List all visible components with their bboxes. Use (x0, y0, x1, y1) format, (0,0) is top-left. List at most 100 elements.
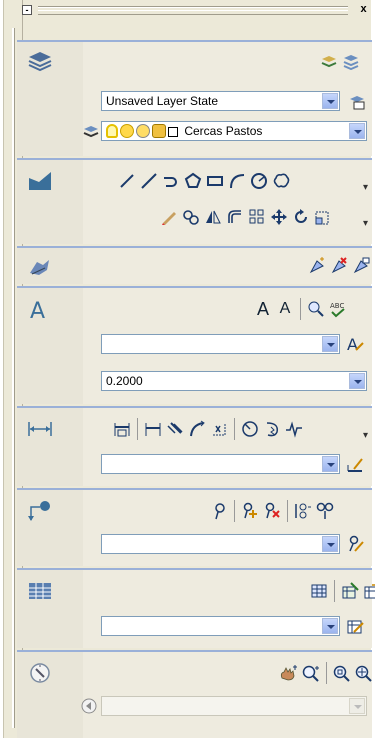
erase-icon[interactable] (159, 207, 179, 227)
block-tools-row (307, 256, 371, 276)
align-leaders-icon[interactable] (293, 501, 313, 521)
offset-icon[interactable] (225, 207, 245, 227)
data-extraction-icon[interactable] (340, 581, 360, 601)
create-block-icon[interactable] (329, 256, 349, 276)
chevron-down-icon[interactable] (322, 536, 338, 552)
make-object-layer-current-icon[interactable] (81, 122, 101, 142)
zoom-extents-icon[interactable] (354, 663, 374, 683)
line-icon[interactable] (117, 171, 137, 191)
jogged-dimension-icon[interactable] (262, 419, 282, 439)
toolbar-separator (326, 662, 327, 684)
svg-text:A: A (30, 299, 45, 320)
insert-block-icon[interactable] (307, 256, 327, 276)
draw-more-arrow-icon[interactable]: ▾ (363, 182, 368, 193)
spell-check-icon[interactable]: ABC (328, 299, 348, 319)
multileader-style-manager-icon[interactable] (345, 534, 365, 554)
draw-panel-icon[interactable] (27, 170, 53, 192)
palette-grip[interactable] (38, 6, 348, 15)
ordinate-dimension-icon[interactable] (209, 419, 229, 439)
array-icon[interactable] (247, 207, 267, 227)
data-link-icon[interactable] (362, 581, 375, 601)
rotate-icon[interactable] (291, 207, 311, 227)
titlebar-drag-line (12, 28, 15, 728)
toolbar-separator (137, 418, 138, 440)
multiline-text-icon[interactable]: A (253, 299, 273, 319)
lightbulb-icon[interactable] (106, 124, 118, 138)
copy-icon[interactable] (181, 207, 201, 227)
layer-state-manager-icon[interactable] (347, 92, 367, 112)
aligned-dimension-icon[interactable] (143, 419, 163, 439)
layer-previous-icon[interactable] (319, 52, 339, 72)
table-style-manager-icon[interactable] (345, 616, 365, 636)
navigate-panel-icon[interactable] (27, 662, 53, 684)
tables-panel (17, 568, 375, 648)
polyline-icon[interactable] (161, 171, 181, 191)
modify-more-arrow-icon[interactable]: ▾ (363, 218, 368, 229)
back-arrow-icon[interactable] (79, 696, 99, 716)
insert-table-icon[interactable] (309, 581, 329, 601)
arc-icon[interactable] (227, 171, 247, 191)
remove-leader-icon[interactable] (262, 501, 282, 521)
multileader-tools-row (209, 500, 335, 522)
layer-state-select[interactable]: Unsaved Layer State (101, 91, 340, 111)
add-leader-icon[interactable] (240, 501, 260, 521)
multileader-panel-icon[interactable] (27, 500, 53, 522)
revision-cloud-icon[interactable] (271, 171, 291, 191)
toolbar-separator (234, 418, 235, 440)
toolbar-separator (300, 298, 301, 320)
close-button[interactable]: x (357, 3, 370, 16)
color-swatch-icon[interactable] (168, 127, 178, 137)
rectangle-icon[interactable] (205, 171, 225, 191)
move-icon[interactable] (269, 207, 289, 227)
arc-length-icon[interactable] (187, 419, 207, 439)
layer-properties-icon[interactable] (341, 52, 361, 72)
circle-icon[interactable] (249, 171, 269, 191)
layer-select[interactable]: Cercas Pastos (101, 121, 367, 141)
chevron-down-icon[interactable] (322, 336, 338, 352)
sun-icon[interactable] (120, 124, 134, 138)
multileader-style-select[interactable] (101, 534, 340, 554)
chevron-down-icon[interactable] (322, 618, 338, 634)
table-style-select[interactable] (101, 616, 340, 636)
polygon-icon[interactable] (183, 171, 203, 191)
layers-panel-icon[interactable] (27, 50, 53, 72)
viewport-freeze-icon[interactable] (136, 124, 150, 138)
angular-dimension-icon[interactable] (165, 419, 185, 439)
find-text-icon[interactable] (306, 299, 326, 319)
multileader-icon[interactable] (209, 501, 229, 521)
pan-icon[interactable] (279, 663, 299, 683)
chevron-down-icon[interactable] (322, 456, 338, 472)
lock-open-icon[interactable] (152, 124, 166, 138)
dimension-style-manager-icon[interactable] (345, 454, 365, 474)
chevron-down-icon[interactable] (322, 93, 338, 109)
text-style-select[interactable] (101, 334, 340, 354)
dimensions-panel: ▾ (17, 406, 372, 486)
chevron-down-icon[interactable] (349, 373, 365, 389)
table-tools-row (309, 580, 375, 602)
dimension-more-arrow-icon[interactable]: ▾ (363, 430, 368, 441)
single-line-text-icon[interactable]: A (275, 299, 295, 319)
layers-panel: Unsaved Layer State Cercas Pastos (17, 40, 372, 156)
zoom-realtime-icon[interactable] (301, 663, 321, 683)
scale-icon[interactable] (313, 207, 333, 227)
chevron-down-icon[interactable] (349, 123, 365, 139)
dimensions-panel-icon[interactable] (27, 418, 53, 440)
edit-block-icon[interactable] (351, 256, 371, 276)
text-panel-icon[interactable]: A (27, 298, 53, 320)
construction-line-icon[interactable] (139, 171, 159, 191)
linear-dimension-icon[interactable] (112, 419, 132, 439)
block-panel-icon[interactable] (27, 256, 53, 278)
chevron-down-icon[interactable] (349, 698, 365, 714)
text-height-select[interactable]: 0.2000 (101, 371, 367, 391)
text-style-manager-icon[interactable]: A (345, 334, 365, 354)
dimension-break-icon[interactable] (284, 419, 304, 439)
collapse-button[interactable]: - (22, 5, 32, 15)
tables-panel-icon[interactable] (27, 580, 53, 602)
mirror-icon[interactable] (203, 207, 223, 227)
collect-leaders-icon[interactable] (315, 501, 335, 521)
multileader-panel (17, 488, 372, 566)
named-view-select[interactable] (101, 696, 367, 716)
radius-dimension-icon[interactable] (240, 419, 260, 439)
zoom-window-icon[interactable] (332, 663, 352, 683)
dimension-style-select[interactable] (101, 454, 340, 474)
